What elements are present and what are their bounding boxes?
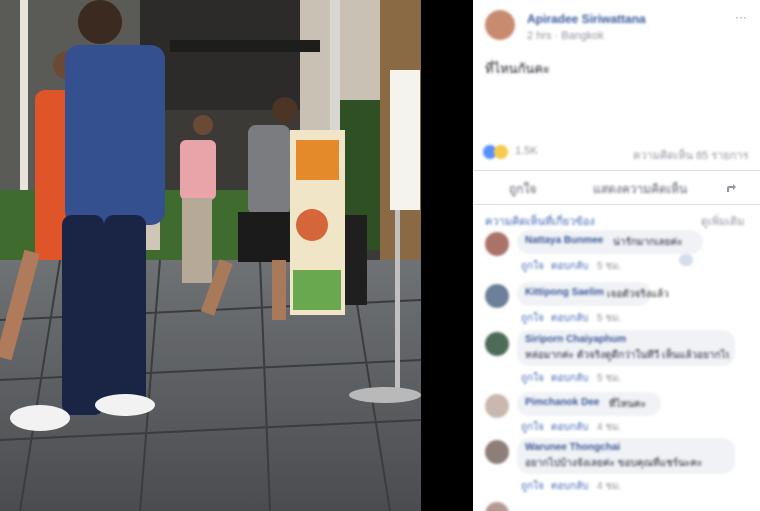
comment-time: 5 ชม. — [597, 261, 622, 272]
commenter-avatar[interactable] — [485, 332, 509, 356]
commenter-avatar[interactable] — [485, 440, 509, 464]
more-options-button[interactable]: ··· — [735, 10, 747, 24]
comment-reply-link[interactable]: ตอบกลับ — [551, 420, 588, 435]
post-photo[interactable] — [0, 0, 421, 511]
commenter-name[interactable]: Kittipong Saelim — [525, 287, 604, 298]
commenter-avatar[interactable] — [485, 394, 509, 418]
comment-like-link[interactable]: ถูกใจ — [521, 479, 544, 494]
comment-item: Pimchanok Dee ที่ไหนคะ ถูกใจ ตอบกลับ 4 ช… — [473, 392, 760, 436]
comment-text: อยากไปบ้างจังเลยค่ะ ขอบคุณที่แชร์นะคะ — [525, 458, 703, 469]
commenter-avatar[interactable] — [485, 232, 509, 256]
comment-button[interactable]: แสดงความคิดเห็น — [593, 180, 687, 199]
comment-bubble: Pimchanok Dee ที่ไหนคะ — [517, 392, 661, 416]
post-panel: Apiradee Siriwattana 2 hrs · Bangkok ···… — [473, 0, 760, 511]
comment-bubble: Siriporn Chaiyaphum หล่อมากค่ะ ตัวจริงดู… — [517, 330, 735, 366]
comments-see-more[interactable]: ดูเพิ่มเติม — [701, 212, 745, 230]
comment-like-link[interactable]: ถูกใจ — [521, 420, 544, 435]
comment-time: 4 ชม. — [597, 422, 622, 433]
reactions-summary[interactable]: 1.5K — [483, 144, 603, 162]
comment-like-link[interactable]: ถูกใจ — [521, 371, 544, 386]
comment-reply-link[interactable]: ตอบกลับ — [551, 259, 588, 274]
comments-filter[interactable]: ความคิดเห็นที่เกี่ยวข้อง — [485, 212, 595, 230]
photo-scene — [0, 0, 421, 511]
comment-bubble: Warunee Thongchai อยากไปบ้างจังเลยค่ะ ขอ… — [517, 438, 735, 474]
comment-text: เจอตัวจริงแล้ว — [607, 289, 669, 300]
comment-reply-link[interactable]: ตอบกลับ — [551, 311, 588, 326]
author-avatar[interactable] — [485, 10, 515, 40]
reactions-count: 1.5K — [515, 145, 538, 157]
commenter-name[interactable]: Siriporn Chaiyaphum — [525, 334, 626, 345]
like-button[interactable]: ถูกใจ — [509, 180, 536, 199]
comment-like-link[interactable]: ถูกใจ — [521, 259, 544, 274]
comment-item: Nattaya Bunmee น่ารักมากเลยค่ะ ถูกใจ ตอบ… — [473, 230, 760, 280]
post-meta: 2 hrs · Bangkok — [527, 30, 605, 42]
comment-reaction-icon — [679, 254, 693, 266]
divider-top — [473, 170, 760, 171]
comment-bubble: Kittipong Saelim เจอตัวจริงแล้ว — [517, 282, 669, 306]
divider-bottom — [473, 204, 760, 205]
commenter-name[interactable]: Warunee Thongchai — [525, 442, 620, 453]
photo-divider — [421, 0, 473, 511]
author-name[interactable]: Apiradee Siriwattana — [527, 12, 646, 26]
post-caption: ที่ไหนกันคะ — [485, 61, 550, 76]
comment-time: 5 ชม. — [597, 373, 622, 384]
comments-shares-count[interactable]: ความคิดเห็น 85 รายการ — [633, 146, 749, 164]
comment-item: Siriporn Chaiyaphum หล่อมากค่ะ ตัวจริงดู… — [473, 330, 760, 390]
commenter-name[interactable]: Nattaya Bunmee — [525, 235, 603, 246]
haha-reaction-icon — [494, 145, 508, 159]
comment-bubble: Nattaya Bunmee น่ารักมากเลยค่ะ — [517, 230, 703, 254]
comment-reply-link[interactable]: ตอบกลับ — [551, 479, 588, 494]
comment-time: 5 ชม. — [597, 313, 622, 324]
comment-text: ที่ไหนคะ — [609, 399, 647, 410]
commenter-name[interactable]: Pimchanok Dee — [525, 397, 599, 408]
comment-text: น่ารักมากเลยค่ะ — [613, 237, 683, 248]
comment-reply-link[interactable]: ตอบกลับ — [551, 371, 588, 386]
commenter-avatar[interactable] — [485, 284, 509, 308]
next-commenter-avatar[interactable] — [485, 502, 509, 511]
share-icon[interactable] — [725, 181, 737, 193]
comment-item: Kittipong Saelim เจอตัวจริงแล้ว ถูกใจ ตอ… — [473, 282, 760, 332]
comment-time: 4 ชม. — [597, 481, 622, 492]
comment-text: หล่อมากค่ะ ตัวจริงดูดีกว่าในทีวี เห็นแล้… — [525, 350, 729, 361]
comment-item: Warunee Thongchai อยากไปบ้างจังเลยค่ะ ขอ… — [473, 438, 760, 498]
share-arrow-icon — [727, 184, 736, 192]
comment-like-link[interactable]: ถูกใจ — [521, 311, 544, 326]
